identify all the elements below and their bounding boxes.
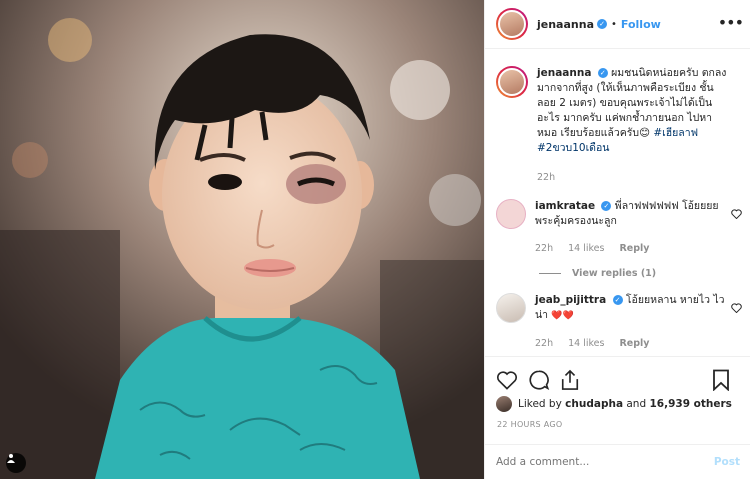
- more-options-icon[interactable]: •••: [718, 13, 744, 32]
- comments-section: jenaanna ✓ ผมชนนิดหน่อยครับ ตกลง มากจากท…: [496, 66, 742, 351]
- photo-illustration: [0, 0, 484, 479]
- caption: jenaanna ✓ ผมชนนิดหน่อยครับ ตกลง มากจากท…: [496, 66, 742, 185]
- comment-username[interactable]: iamkratae: [535, 200, 595, 212]
- user-tag-icon[interactable]: [6, 453, 26, 473]
- post-side-panel: jenaanna ✓ • Follow ••• jenaanna ✓ ผมชนน…: [484, 0, 750, 479]
- action-bar: [485, 356, 750, 396]
- liker-username[interactable]: chudapha: [565, 398, 623, 410]
- liked-by-prefix: Liked by: [518, 398, 562, 410]
- reply-button[interactable]: Reply: [619, 336, 649, 351]
- view-replies-label: View replies (1): [572, 268, 657, 279]
- likes-count[interactable]: 16,939 others: [649, 398, 731, 410]
- hashtag-link[interactable]: #เฮียลาฟ: [653, 127, 698, 139]
- comment-icon[interactable]: [528, 369, 550, 395]
- comment-item: jeab_pijittra ✓ โอ้ยยหลาน หายไว ไวน่า ❤️…: [496, 293, 742, 351]
- liked-and: and: [626, 398, 647, 410]
- view-replies-line: [539, 273, 561, 274]
- post-photo[interactable]: [0, 0, 484, 479]
- reply-button[interactable]: Reply: [619, 241, 649, 256]
- comment-item: iamkratae ✓ พี่ลาฟฟฟฟฟฟ โอ้ยยยย พระคุ้มค…: [496, 199, 742, 256]
- comment-time: 22h: [535, 243, 554, 254]
- caption-username[interactable]: jenaanna: [537, 67, 591, 79]
- post-header: jenaanna ✓ • Follow •••: [485, 0, 750, 49]
- author-avatar[interactable]: [496, 8, 528, 40]
- like-comment-heart-icon[interactable]: [731, 303, 742, 313]
- commenter-avatar[interactable]: [496, 293, 526, 323]
- comment-likes[interactable]: 14 likes: [568, 336, 604, 351]
- heart-icon[interactable]: [496, 370, 518, 394]
- caption-body: jenaanna ✓ ผมชนนิดหน่อยครับ ตกลง มากจากท…: [537, 66, 727, 185]
- like-comment-heart-icon[interactable]: [731, 209, 742, 219]
- hearts-emoji: ❤️❤️: [551, 311, 574, 321]
- caption-avatar[interactable]: [496, 66, 528, 98]
- liker-avatar[interactable]: [496, 396, 512, 412]
- caption-meta: 22h: [537, 170, 727, 185]
- hashtag-link[interactable]: #2ขวบ10เดือน: [537, 142, 609, 154]
- author-username[interactable]: jenaanna: [537, 18, 594, 31]
- verified-badge-icon: ✓: [597, 19, 607, 29]
- comment-meta: 22h 14 likes Reply: [535, 336, 725, 351]
- verified-badge-icon: ✓: [612, 295, 623, 305]
- share-icon[interactable]: [560, 369, 580, 395]
- verified-badge-icon: ✓: [601, 201, 612, 211]
- likes-summary: Liked by chudapha and 16,939 others: [496, 396, 732, 412]
- follow-button[interactable]: Follow: [621, 18, 661, 31]
- verified-badge-icon: ✓: [597, 68, 608, 78]
- comment-body: iamkratae ✓ พี่ลาฟฟฟฟฟฟ โอ้ยยยย พระคุ้มค…: [535, 199, 725, 256]
- post-timestamp[interactable]: 22 HOURS AGO: [497, 420, 563, 429]
- post-comment-button[interactable]: Post: [714, 456, 740, 468]
- comment-time: 22h: [535, 338, 554, 349]
- bookmark-icon[interactable]: [712, 369, 730, 395]
- caption-time: 22h: [537, 172, 556, 183]
- separator-dot: •: [611, 18, 617, 30]
- add-comment-bar: Post: [485, 444, 750, 479]
- comment-body: jeab_pijittra ✓ โอ้ยยหลาน หายไว ไวน่า ❤️…: [535, 293, 725, 351]
- comment-username[interactable]: jeab_pijittra: [535, 294, 606, 306]
- smile-emoji: 😊: [639, 127, 651, 139]
- comment-likes[interactable]: 14 likes: [568, 241, 604, 256]
- comment-input[interactable]: [496, 456, 714, 468]
- commenter-avatar[interactable]: [496, 199, 526, 229]
- comment-meta: 22h 14 likes Reply: [535, 241, 725, 256]
- view-replies-toggle[interactable]: View replies (1): [539, 268, 742, 279]
